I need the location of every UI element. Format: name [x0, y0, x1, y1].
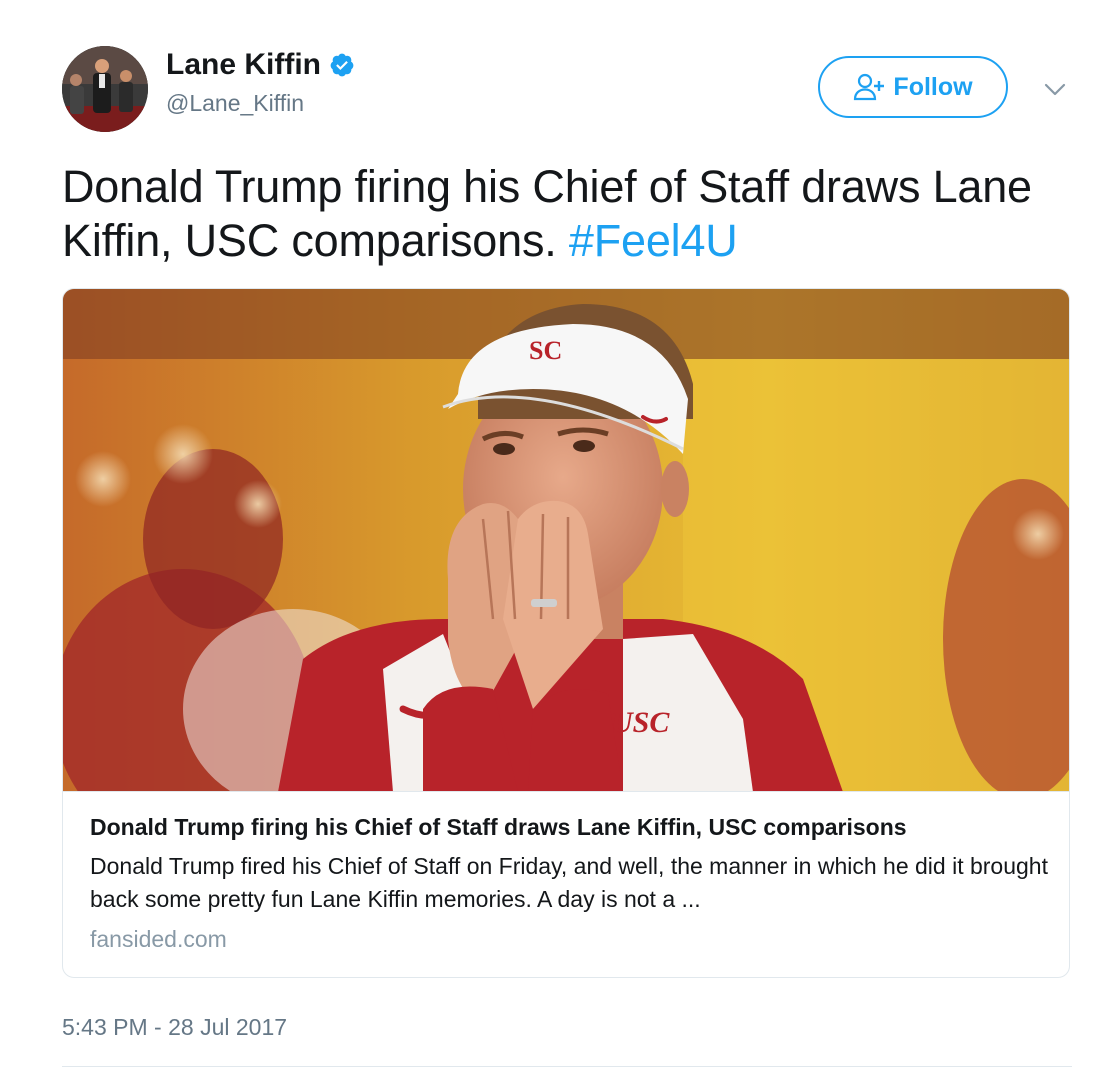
- chevron-down-icon[interactable]: [1042, 76, 1068, 102]
- tweet-header: Lane Kiffin @Lane_Kiffin Follow: [62, 46, 1072, 132]
- card-body: Donald Trump firing his Chief of Staff d…: [90, 813, 1050, 954]
- follow-button[interactable]: Follow: [818, 56, 1008, 118]
- tweet-body: Donald Trump firing his Chief of Staff d…: [62, 161, 1032, 266]
- name-row: Lane Kiffin: [166, 48, 355, 82]
- card-image[interactable]: USC SC: [63, 289, 1069, 792]
- card-title[interactable]: Donald Trump firing his Chief of Staff d…: [90, 813, 1050, 841]
- verified-badge-icon: [329, 52, 355, 78]
- jacket-logo: USC: [611, 706, 670, 739]
- avatar[interactable]: [62, 46, 148, 132]
- tweet-timestamp[interactable]: 5:43 PM - 28 Jul 2017: [62, 1014, 287, 1041]
- card-domain: fansided.com: [90, 926, 227, 952]
- user-handle[interactable]: @Lane_Kiffin: [166, 90, 304, 117]
- card-description: Donald Trump fired his Chief of Staff on…: [90, 853, 1048, 912]
- follow-label: Follow: [893, 72, 973, 101]
- hashtag-link[interactable]: #Feel4U: [569, 215, 738, 266]
- add-user-icon: [853, 73, 885, 101]
- display-name[interactable]: Lane Kiffin: [166, 48, 321, 82]
- link-preview-card[interactable]: USC SC Donald Trump firing his Chief of …: [62, 288, 1070, 978]
- visor-logo: SC: [529, 336, 562, 365]
- tweet-text: Donald Trump firing his Chief of Staff d…: [62, 160, 1072, 268]
- divider: [62, 1066, 1072, 1067]
